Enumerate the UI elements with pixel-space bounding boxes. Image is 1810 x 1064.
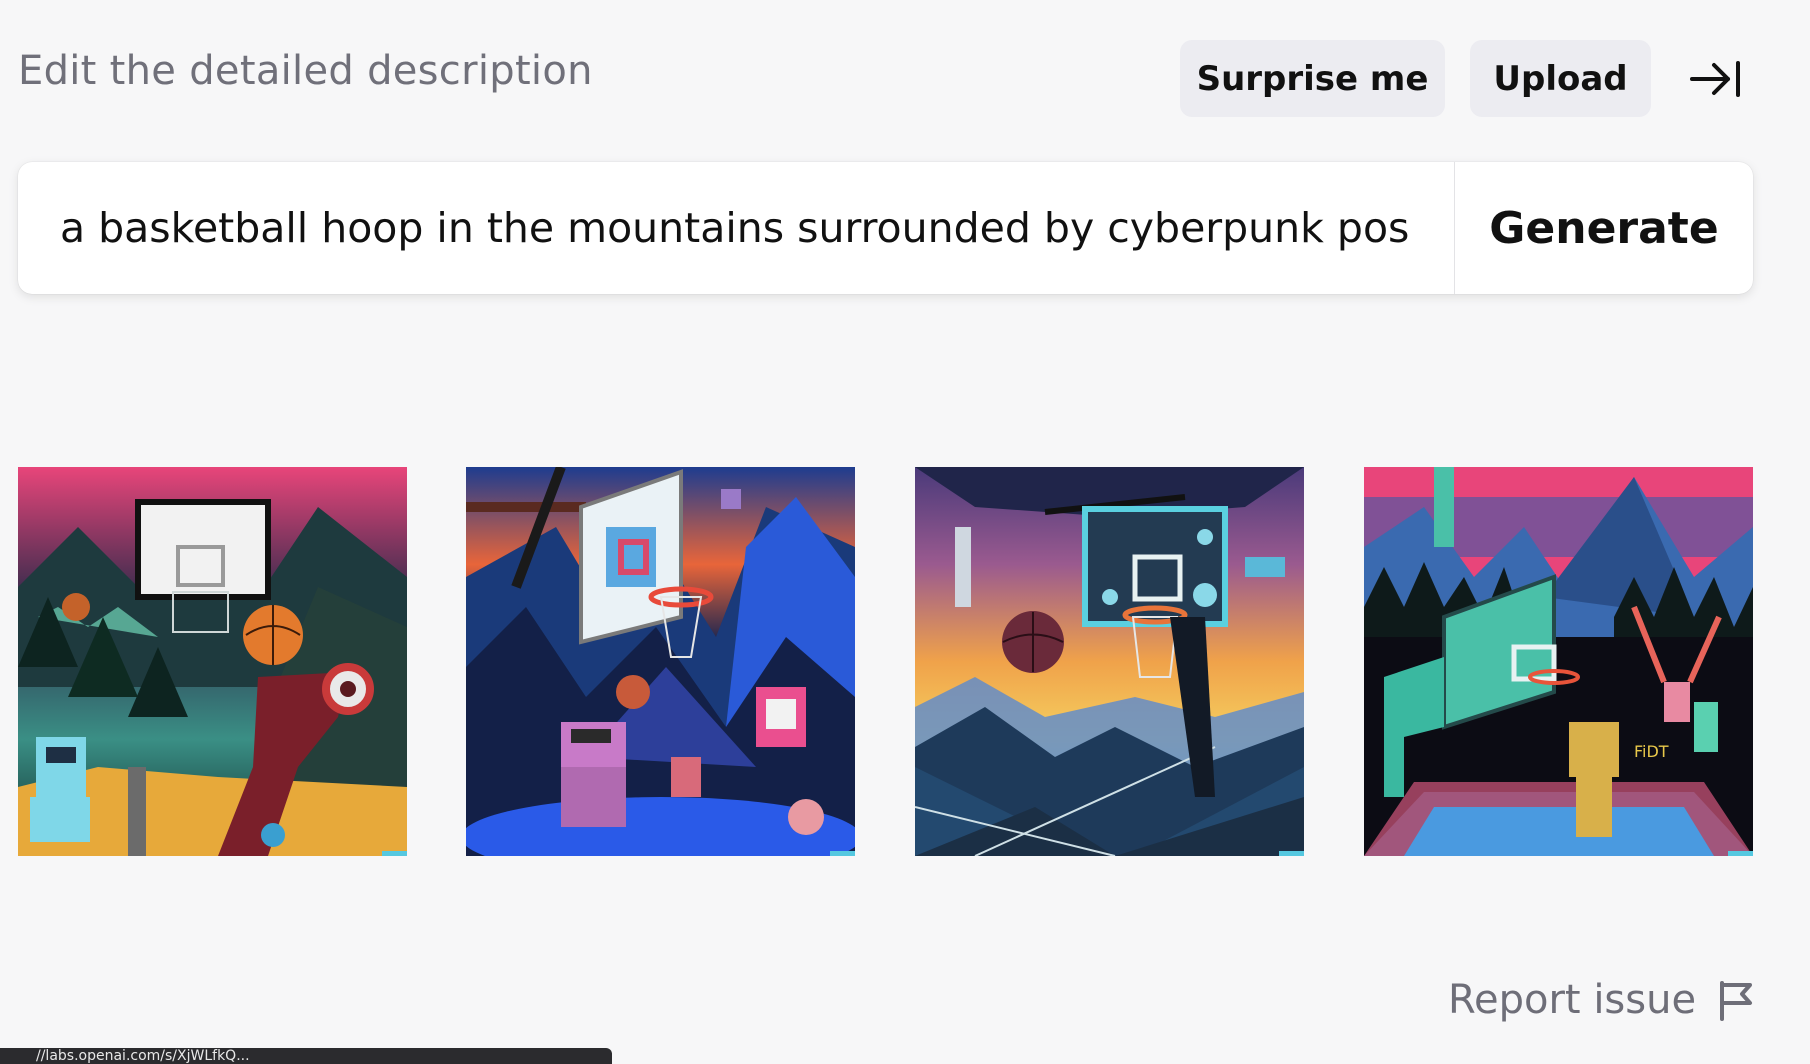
generated-image-3[interactable] xyxy=(915,467,1304,856)
prompt-input[interactable] xyxy=(60,162,1440,294)
generated-image-1[interactable] xyxy=(18,467,407,856)
page-title: Edit the detailed description xyxy=(18,48,593,94)
flag-icon xyxy=(1720,981,1753,1021)
collapse-panel-button[interactable] xyxy=(1686,52,1746,106)
generated-image-3-art xyxy=(915,467,1304,856)
arrow-right-to-bar-icon xyxy=(1690,61,1740,97)
surprise-me-button[interactable]: Surprise me xyxy=(1180,40,1445,117)
generated-image-4-art: FiDT xyxy=(1364,467,1753,856)
upload-button[interactable]: Upload xyxy=(1470,40,1651,117)
prompt-bar: Generate xyxy=(18,162,1753,294)
image-4-overlay-text: FiDT xyxy=(1634,742,1669,761)
generated-image-2-art xyxy=(466,467,855,856)
dalle-editor-page: Edit the detailed description Surprise m… xyxy=(0,0,1810,1064)
generated-image-2[interactable] xyxy=(466,467,855,856)
report-issue-link[interactable]: Report issue xyxy=(1448,970,1756,1030)
generate-button[interactable]: Generate xyxy=(1455,162,1753,294)
status-url-tooltip: //labs.openai.com/s/XjWLfkQ... xyxy=(0,1048,612,1064)
generated-image-4[interactable]: FiDT xyxy=(1364,467,1753,856)
report-issue-label: Report issue xyxy=(1448,977,1697,1023)
generated-image-1-art xyxy=(18,467,407,856)
